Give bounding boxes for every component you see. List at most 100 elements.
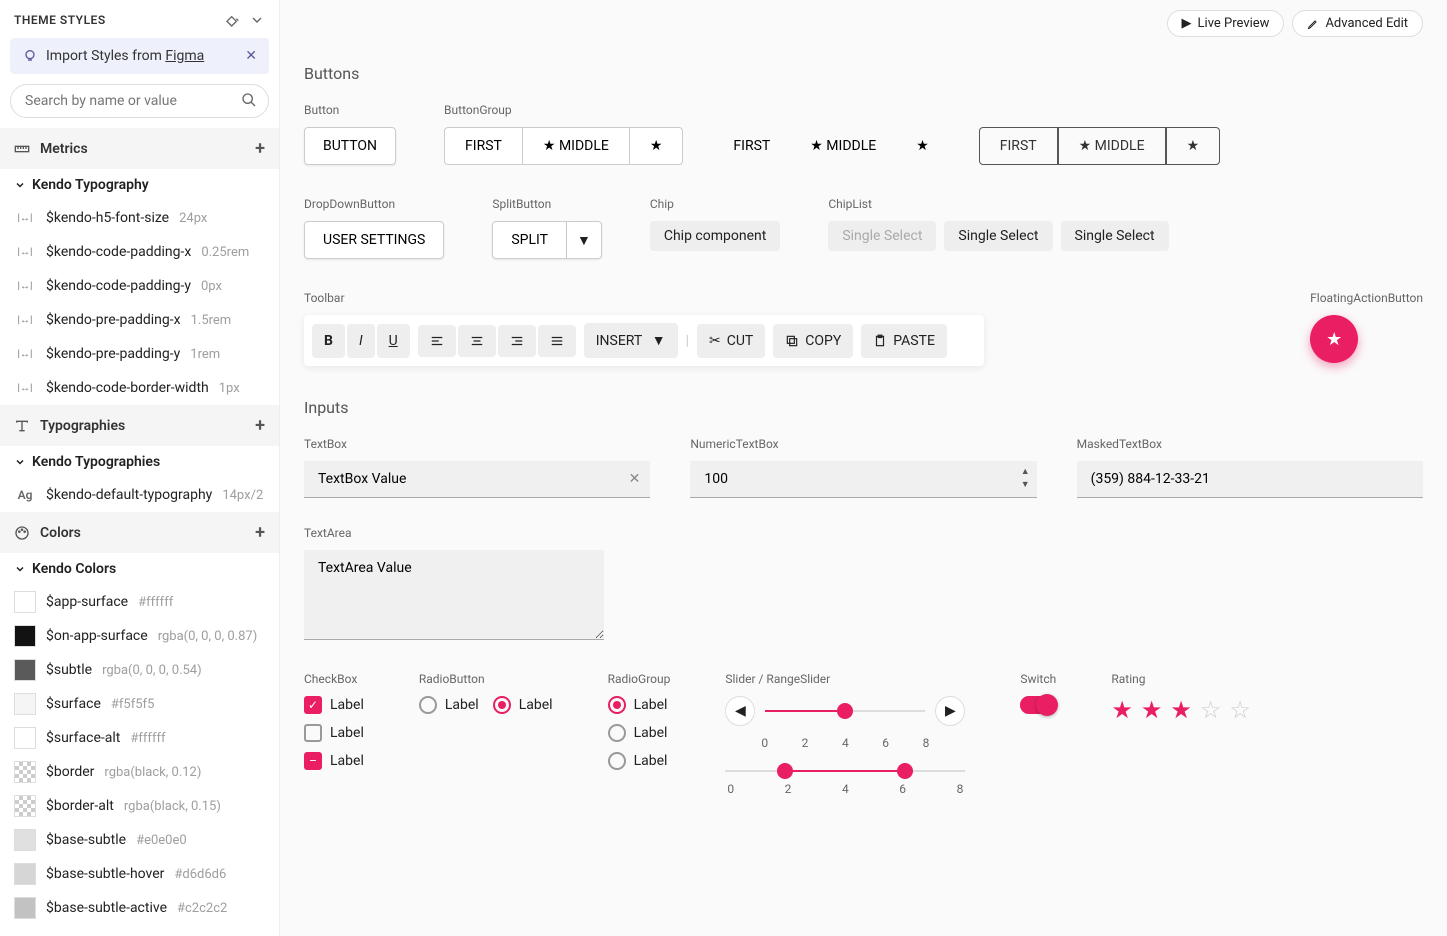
add-icon[interactable]: + xyxy=(255,522,265,543)
slider[interactable]: ◀ ▶ 0 2 4 6 8 xyxy=(725,696,965,750)
color-item[interactable]: $app-surface#ffffff xyxy=(0,585,279,619)
floating-action-button[interactable] xyxy=(1310,315,1358,363)
color-swatch xyxy=(14,795,36,817)
metric-icon xyxy=(14,343,36,365)
group-middle[interactable]: MIDDLE xyxy=(1058,127,1166,165)
live-preview-button[interactable]: ▶ Live Preview xyxy=(1167,10,1285,37)
section-colors[interactable]: Colors + xyxy=(0,512,279,553)
advanced-edit-button[interactable]: Advanced Edit xyxy=(1292,10,1423,37)
textarea[interactable] xyxy=(304,550,604,640)
switch[interactable] xyxy=(1020,696,1056,714)
checkbox-indeterminate[interactable]: –Label xyxy=(304,752,364,770)
radio-group-item[interactable]: Label xyxy=(608,724,671,742)
metric-item[interactable]: $kendo-code-border-width1px xyxy=(0,371,279,405)
split-button[interactable]: SPLIT xyxy=(492,221,567,259)
button[interactable]: BUTTON xyxy=(304,127,396,165)
checkbox[interactable]: Label xyxy=(304,724,364,742)
group-last[interactable] xyxy=(1166,127,1221,165)
typography-item[interactable]: Ag $kendo-default-typography 14px/2 xyxy=(0,478,279,512)
align-center-button[interactable] xyxy=(458,325,496,357)
search-input[interactable] xyxy=(10,84,269,118)
sidebar: THEME STYLES Import Styles from Figma ✕ xyxy=(0,0,280,936)
bold-button[interactable]: B xyxy=(312,324,345,358)
group-first[interactable]: FIRST xyxy=(979,127,1058,165)
color-item[interactable]: $surface-alt#ffffff xyxy=(0,721,279,755)
checkbox[interactable]: ✓Label xyxy=(304,696,364,714)
color-item[interactable]: $border-altrgba(black, 0.15) xyxy=(0,789,279,823)
group-first[interactable]: FIRST xyxy=(713,127,790,165)
spin-down[interactable]: ▼ xyxy=(1020,478,1031,491)
masked-textbox[interactable] xyxy=(1077,461,1423,498)
color-item[interactable]: $base-subtle-active#c2c2c2 xyxy=(0,891,279,925)
import-figma-box[interactable]: Import Styles from Figma ✕ xyxy=(10,38,269,74)
chip-item[interactable]: Single Select xyxy=(828,221,936,251)
spin-up[interactable]: ▲ xyxy=(1020,465,1031,478)
metric-item[interactable]: $kendo-code-padding-x0.25rem xyxy=(0,235,279,269)
section-metrics[interactable]: Metrics + xyxy=(0,128,279,169)
rating-star[interactable]: ☆ xyxy=(1200,696,1222,724)
search-icon[interactable] xyxy=(241,92,257,108)
star-icon xyxy=(810,138,823,154)
color-swatch xyxy=(14,897,36,919)
split-arrow[interactable]: ▼ xyxy=(567,221,602,259)
type-icon xyxy=(14,418,30,434)
metric-item[interactable]: $kendo-pre-padding-x1.5rem xyxy=(0,303,279,337)
tree-kendo-typographies[interactable]: Kendo Typographies xyxy=(0,446,279,478)
import-close-icon[interactable]: ✕ xyxy=(245,48,257,64)
slider-inc[interactable]: ▶ xyxy=(935,696,965,726)
metric-item[interactable]: $kendo-code-padding-y0px xyxy=(0,269,279,303)
align-right-button[interactable] xyxy=(498,325,536,357)
clear-icon[interactable]: ✕ xyxy=(629,471,641,487)
add-icon[interactable]: + xyxy=(255,138,265,159)
bucket-icon[interactable] xyxy=(225,12,241,28)
chip-item[interactable]: Single Select xyxy=(944,221,1052,251)
rating-star[interactable]: ★ xyxy=(1141,696,1163,724)
color-item[interactable]: $on-app-surfacergba(0, 0, 0, 0.87) xyxy=(0,619,279,653)
italic-button[interactable]: I xyxy=(347,324,375,358)
main-canvas: ▶ Live Preview Advanced Edit Buttons But… xyxy=(280,0,1447,936)
color-item[interactable]: $surface#f5f5f5 xyxy=(0,687,279,721)
dropdown-button[interactable]: USER SETTINGS xyxy=(304,221,444,259)
chevron-down-icon[interactable] xyxy=(249,12,265,28)
rating-star[interactable]: ★ xyxy=(1111,696,1133,724)
color-item[interactable]: $base-subtle-hover#d6d6d6 xyxy=(0,857,279,891)
group-middle[interactable]: MIDDLE xyxy=(522,127,629,165)
color-item[interactable]: $base-subtle#e0e0e0 xyxy=(0,823,279,857)
group-middle[interactable]: MIDDLE xyxy=(790,127,896,165)
copy-button[interactable]: COPY xyxy=(773,324,853,358)
rating-star[interactable]: ★ xyxy=(1170,696,1192,724)
slider-dec[interactable]: ◀ xyxy=(725,696,755,726)
metric-item[interactable]: $kendo-h5-font-size24px xyxy=(0,201,279,235)
metric-item[interactable]: $kendo-pre-padding-y1rem xyxy=(0,337,279,371)
radio[interactable]: Label xyxy=(493,696,553,714)
chip[interactable]: Chip component xyxy=(650,221,780,251)
rating-star[interactable]: ☆ xyxy=(1229,696,1251,724)
align-justify-button[interactable] xyxy=(538,325,576,357)
color-item[interactable]: $subtlergba(0, 0, 0, 0.54) xyxy=(0,653,279,687)
group-last[interactable] xyxy=(896,127,949,165)
chip-item[interactable]: Single Select xyxy=(1061,221,1169,251)
tree-kendo-typography[interactable]: Kendo Typography xyxy=(0,169,279,201)
insert-button[interactable]: INSERT ▼ xyxy=(584,323,678,358)
cut-button[interactable]: ✂ CUT xyxy=(697,324,765,358)
group-first[interactable]: FIRST xyxy=(444,127,522,165)
align-left-button[interactable] xyxy=(418,325,456,357)
range-slider[interactable]: 0 2 4 6 8 xyxy=(725,770,965,796)
rating[interactable]: ★★★☆☆ xyxy=(1111,696,1251,724)
section-typographies[interactable]: Typographies + xyxy=(0,405,279,446)
metric-icon xyxy=(14,309,36,331)
chevron-down-icon xyxy=(14,456,26,468)
radio[interactable]: Label xyxy=(419,696,479,714)
add-icon[interactable]: + xyxy=(255,415,265,436)
tree-kendo-colors[interactable]: Kendo Colors xyxy=(0,553,279,585)
radio-group-item[interactable]: Label xyxy=(608,752,671,770)
numeric-textbox[interactable] xyxy=(690,461,1036,498)
group-last[interactable] xyxy=(629,127,684,165)
paste-button[interactable]: PASTE xyxy=(861,324,947,358)
chevron-down-icon xyxy=(14,179,26,191)
metric-icon xyxy=(14,207,36,229)
textbox[interactable] xyxy=(304,461,650,498)
radio-group-item[interactable]: Label xyxy=(608,696,671,714)
underline-button[interactable]: U xyxy=(377,324,410,358)
color-item[interactable]: $borderrgba(black, 0.12) xyxy=(0,755,279,789)
